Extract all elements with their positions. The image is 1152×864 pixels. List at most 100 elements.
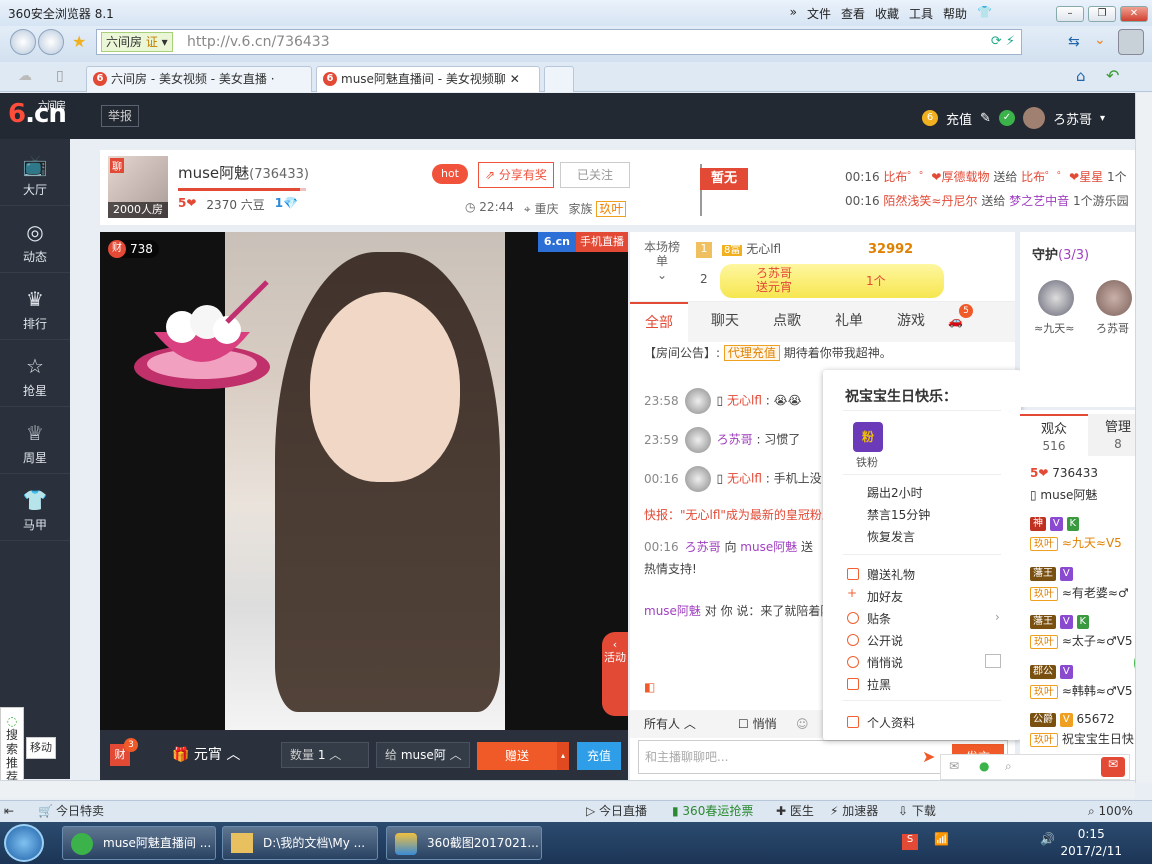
unmute-item[interactable]: 恢复发言 [867,528,915,545]
mute-15m-item[interactable]: 禁言15分钟 [867,506,930,523]
audience-item-name[interactable]: 玖叶 ≈太子≈♂V5 [1030,632,1133,649]
nav-weekly[interactable]: ♕ 周星 [0,407,70,474]
nav-hall[interactable]: 📺 大厅 [0,139,70,206]
rank-label[interactable]: 本场榜单 ⌄ [640,240,684,282]
favorite-star-icon[interactable]: ★ [72,32,86,51]
video-player[interactable]: 财 738 6.cn 手机直播 ‹ 活动 [100,232,628,730]
volume-icon[interactable]: 🔊 [1040,832,1055,846]
notice-tag[interactable]: 代理充值 [723,345,780,361]
online-icon[interactable]: ● [979,759,989,773]
send-gift-item[interactable]: 赠送礼物 [867,566,915,583]
block-item[interactable]: 拉黑 [867,676,891,693]
cloud-icon[interactable]: ☁ [18,68,32,84]
site-logo[interactable]: 6.cn 六间房 [8,99,67,129]
refresh-icon[interactable]: ⟳ ⚡ [991,34,1015,49]
profile-item[interactable]: 个人资料 [867,714,915,731]
flag-banner[interactable]: 暂无 [700,168,748,190]
today-live[interactable]: ▷ 今日直播 [586,801,647,821]
menu-help[interactable]: 帮助 [943,5,967,22]
audience-item[interactable]: 公爵 V 65672 [1030,712,1115,727]
maximize-button[interactable]: ❐ [1088,6,1116,22]
gift-selector[interactable]: 🎁 元宵 ︿ [172,744,240,764]
minimize-button[interactable]: – [1056,6,1084,22]
guard-avatar[interactable] [1096,280,1132,316]
kick-2h-item[interactable]: 踢出2小时 [867,484,923,501]
tab-games[interactable]: 游戏 [882,302,940,342]
share-button[interactable]: ⇗ 分享有奖 [478,162,554,188]
menu-tools[interactable]: 工具 [909,5,933,22]
host-avatar[interactable]: 聊 2000人房 [108,156,168,218]
edit-icon[interactable]: ✎ [980,111,991,126]
menu-view[interactable]: 查看 [841,5,865,22]
expand-icon[interactable] [985,654,1001,668]
mobile-version-button[interactable]: 移动版 [26,737,56,759]
audience-item-name[interactable]: 玖叶 ≈有老婆≈♂ [1030,584,1129,601]
vertical-scrollbar[interactable] [1135,93,1152,783]
audience-item[interactable]: 神 V K [1030,516,1080,531]
guard-avatar[interactable] [1038,280,1074,316]
family-label[interactable]: 家族 玖叶 [568,200,627,217]
host-entry[interactable]: 5❤ 736433 [1030,466,1098,480]
whisper-item[interactable]: 悄悄说 [867,654,903,671]
url-box[interactable]: 六间房 证 ▾ http://v.6.cn/736433 ⟳ ⚡ [96,29,1022,55]
whisper-checkbox[interactable]: ☐ 悄悄 [738,710,777,738]
audience-item[interactable]: 藩王 V K [1030,614,1090,629]
page-icon[interactable]: ▯ [56,68,64,84]
public-chat-item[interactable]: 公开说 [867,632,903,649]
guard-name[interactable]: ≈九天≈ [1034,320,1074,336]
follow-button[interactable]: 已关注 [560,162,630,188]
audience-item-name[interactable]: 玖叶 ≈韩韩≈♂V5 [1030,682,1133,699]
nav-vest[interactable]: 👕 马甲 [0,474,70,541]
system-clock[interactable]: 0:15 2017/2/11 [1060,826,1122,860]
rank-entry[interactable]: 8富 无心lfl [722,240,781,257]
nav-feed[interactable]: ◎ 动态 [0,206,70,273]
user-avatar[interactable] [1022,107,1045,129]
new-tab-button[interactable] [544,66,574,92]
tab-gifts[interactable]: 礼单 [820,302,878,342]
speaker-icon[interactable]: ◧ [644,680,655,694]
nav-star[interactable]: ☆ 抢星 [0,340,70,407]
menu-more-icon[interactable]: » [790,5,797,22]
emoji-button[interactable]: ☺ [796,710,809,738]
accelerator-link[interactable]: ⚡ 加速器 [830,801,878,821]
tray-s-icon[interactable]: S [902,834,918,850]
host-entry-name[interactable]: ▯ muse阿魅 [1030,486,1097,503]
send-options-icon[interactable]: ▴ [557,742,569,770]
guard-name[interactable]: ろ苏哥 [1096,320,1129,336]
recipient-select[interactable]: 给 muse阿 ︿ [376,742,470,768]
ticket-link[interactable]: ▮ 360春运抢票 [672,801,753,821]
undo-icon[interactable]: ↶ [1106,66,1119,85]
activity-tab[interactable]: ‹ 活动 [602,632,628,716]
tab-room[interactable]: 6 muse阿魅直播间 - 美女视频聊 ✕ [316,66,540,92]
send-gift-button[interactable]: 赠送 [477,742,557,770]
taskbar-screenshot[interactable]: 360截图2017021... [386,826,542,860]
shield-dropdown-icon[interactable]: ⌄ [1094,32,1106,48]
tab-home[interactable]: 6 六间房 - 美女视频 - 美女直播 · [86,66,312,92]
tab-chat[interactable]: 聊天 [696,302,754,342]
skin-icon[interactable]: 👕 [977,5,992,22]
audience-item[interactable]: 藩王 V [1030,566,1073,581]
site-badge[interactable]: 六间房 证 ▾ [101,32,173,52]
user-name[interactable]: ろ苏哥 [1053,109,1092,128]
tab-all[interactable]: 全部 [630,302,688,342]
start-button[interactable] [4,824,44,862]
tab-audience[interactable]: 观众 516 [1020,414,1088,456]
audience-item-name[interactable]: 玖叶 祝宝宝生日快 [1030,730,1134,747]
quantity-stepper[interactable]: 数量 1 ︿ [281,742,369,768]
doctor-link[interactable]: ✚ 医生 [776,801,814,821]
nav-rank[interactable]: ♛ 排行 [0,273,70,340]
sticker-item[interactable]: 贴条 [867,610,891,627]
zoom-control[interactable]: ⌕ 100% [1088,801,1133,821]
horizontal-scrollbar[interactable] [0,780,1135,798]
add-friend-item[interactable]: 加好友 [867,588,903,605]
car-icon[interactable]: 🚗 5 [948,302,973,342]
menu-file[interactable]: 文件 [807,5,831,22]
forward-button[interactable] [38,29,64,55]
wifi-icon[interactable]: 📶 [934,832,949,846]
mail-icon[interactable]: ✉ [949,759,959,773]
report-button[interactable]: 举报 [101,105,139,127]
audience-item[interactable]: 郡公 V [1030,664,1073,679]
download-link[interactable]: ⇩ 下载 [898,801,936,821]
exit-icon[interactable]: ⇤ [4,801,14,821]
red-packet-icon[interactable]: 财3 [110,738,138,766]
